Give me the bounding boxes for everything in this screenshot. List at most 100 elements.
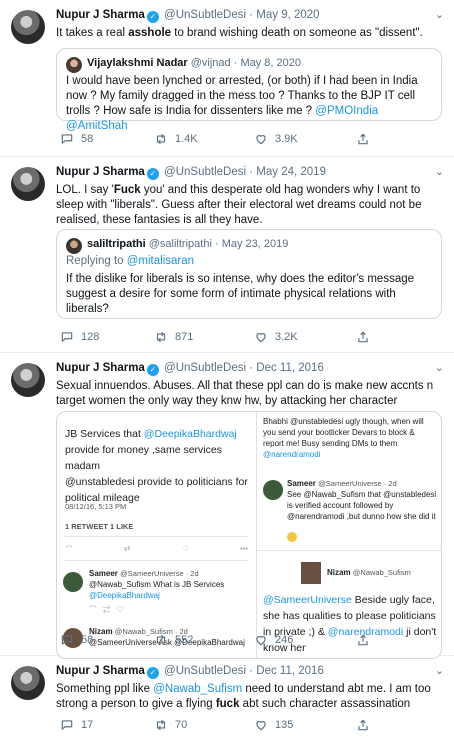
mention-link[interactable]: @PMOIndia: [315, 105, 378, 117]
heart-icon: [256, 721, 266, 731]
heart-icon: [256, 333, 266, 343]
screenshot-left: JB Services that @DeepikaBhardwaj provid…: [57, 412, 257, 658]
quote-author-handle: @saliltripathi: [148, 238, 212, 250]
tweet-1[interactable]: Nupur J Sharma ✓ @UnSubtleDesi · May 9, 2…: [0, 0, 454, 157]
tweet-date[interactable]: May 9, 2020: [256, 9, 319, 21]
quote-text: I would have been lynched or arrested, (…: [66, 75, 418, 132]
tweet-3[interactable]: Nupur J Sharma ✓ @UnSubtleDesi · Dec 11, …: [0, 353, 454, 659]
share-button[interactable]: [356, 718, 370, 732]
tweet-text: Sexual innuendos. Abuses. All that these…: [56, 380, 434, 407]
tweet-header: Nupur J Sharma ✓ @UnSubtleDesi · May 9, 2…: [56, 9, 320, 23]
chevron-down-icon[interactable]: ⌄: [435, 361, 444, 374]
quoted-tweet[interactable]: saliltripathi @saliltripathi · May 23, 2…: [56, 229, 442, 319]
share-icon: [358, 133, 368, 145]
avatar: [263, 480, 283, 500]
author-handle[interactable]: @UnSubtleDesi: [164, 9, 246, 21]
like-count: 3.9K: [275, 133, 298, 145]
retweet-count: 1.4K: [175, 133, 198, 145]
avatar[interactable]: [11, 167, 45, 201]
reply-icon: [61, 635, 73, 645]
author-handle[interactable]: @UnSubtleDesi: [164, 362, 246, 374]
like-count: 3.2K: [275, 331, 298, 343]
replying-to: Replying to @mitalisaran: [66, 255, 195, 267]
reply-count: 128: [81, 331, 100, 343]
tweet-header: Nupur J Sharma ✓ @UnSubtleDesi · Dec 11, …: [56, 362, 324, 376]
retweet-button[interactable]: 1.4K: [154, 132, 198, 146]
tweet-text: It takes a real asshole to brand wishing…: [56, 27, 423, 39]
like-button[interactable]: 3.9K: [254, 132, 298, 146]
retweet-button[interactable]: 552: [154, 633, 193, 647]
quote-header: saliltripathi @saliltripathi · May 23, 2…: [87, 238, 289, 250]
share-button[interactable]: [356, 132, 370, 146]
mention-link[interactable]: @AmitShah: [66, 120, 128, 132]
mention-link[interactable]: @Nawab_Sufism: [153, 683, 242, 695]
like-button[interactable]: 135: [254, 718, 293, 732]
verified-badge-icon: ✓: [146, 11, 159, 23]
share-icon: [358, 719, 368, 731]
quoted-tweet[interactable]: Vijaylakshmi Nadar @vijnad · May 8, 2020…: [56, 48, 442, 132]
tweet-actions: 17 70 135: [56, 718, 416, 734]
author-name[interactable]: Nupur J Sharma: [56, 166, 145, 178]
quote-author-handle: @vijnad: [190, 57, 231, 69]
mention-link[interactable]: @mitalisaran: [127, 255, 194, 267]
like-button[interactable]: 3.2K: [254, 330, 298, 344]
quote-author-name: Vijaylakshmi Nadar: [87, 57, 188, 69]
heart-icon: [256, 135, 266, 145]
avatar: [66, 238, 82, 254]
reply-button[interactable]: 128: [60, 330, 99, 344]
quote-author-name: saliltripathi: [87, 238, 146, 250]
avatar[interactable]: [11, 666, 45, 700]
tweet-header: Nupur J Sharma ✓ @UnSubtleDesi · May 24, …: [56, 166, 326, 180]
reply-count: 17: [81, 719, 94, 731]
tweet-actions: 58 1.4K 3.9K: [56, 132, 416, 148]
author-name[interactable]: Nupur J Sharma: [56, 665, 145, 677]
avatar: [301, 562, 321, 584]
author-name[interactable]: Nupur J Sharma: [56, 9, 145, 21]
retweet-button[interactable]: 871: [154, 330, 193, 344]
reply-button[interactable]: 58: [60, 132, 93, 146]
tweet-4[interactable]: Nupur J Sharma ✓ @UnSubtleDesi · Dec 11, …: [0, 656, 454, 740]
reply-icon: [61, 332, 73, 342]
share-button[interactable]: [356, 330, 370, 344]
avatar[interactable]: [11, 363, 45, 397]
chevron-down-icon[interactable]: ⌄: [435, 664, 444, 677]
quote-text: If the dislike for liberals is so intens…: [66, 273, 415, 315]
avatar: [63, 572, 83, 592]
tweet-actions: 58 552 246: [56, 633, 416, 649]
tweet-date[interactable]: Dec 11, 2016: [256, 665, 324, 677]
tweet-2[interactable]: Nupur J Sharma ✓ @UnSubtleDesi · May 24, …: [0, 157, 454, 353]
like-count: 246: [275, 634, 294, 646]
retweet-icon: [156, 634, 166, 646]
screenshot-right: Bhabhi @unstabledesi ugly though, when w…: [257, 412, 441, 658]
like-button[interactable]: 246: [254, 633, 293, 647]
retweet-button[interactable]: 70: [154, 718, 187, 732]
share-button[interactable]: [356, 633, 370, 647]
retweet-icon: [156, 331, 166, 343]
emoji: [287, 532, 297, 542]
author-handle[interactable]: @UnSubtleDesi: [164, 166, 246, 178]
reply-count: 58: [81, 133, 94, 145]
author-name[interactable]: Nupur J Sharma: [56, 362, 145, 374]
heart-icon: [256, 636, 266, 646]
avatar[interactable]: [11, 10, 45, 44]
verified-badge-icon: ✓: [146, 168, 159, 180]
verified-badge-icon: ✓: [146, 364, 159, 376]
reply-button[interactable]: 58: [60, 633, 93, 647]
tweet-header: Nupur J Sharma ✓ @UnSubtleDesi · Dec 11, …: [56, 665, 324, 679]
reply-icon: [61, 134, 73, 144]
chevron-down-icon[interactable]: ⌄: [435, 165, 444, 178]
reply-button[interactable]: 17: [60, 718, 93, 732]
like-count: 135: [275, 719, 294, 731]
verified-badge-icon: ✓: [146, 667, 159, 679]
chevron-down-icon[interactable]: ⌄: [435, 8, 444, 21]
retweet-count: 871: [175, 331, 194, 343]
attached-screenshot-image[interactable]: JB Services that @DeepikaBhardwaj provid…: [56, 411, 442, 659]
tweet-date[interactable]: May 24, 2019: [256, 166, 326, 178]
retweet-icon: [156, 133, 166, 145]
tweet-date[interactable]: Dec 11, 2016: [256, 362, 324, 374]
tweet-text: Something ppl like @Nawab_Sufism need to…: [56, 683, 431, 710]
retweet-icon: [156, 719, 166, 731]
retweet-count: 552: [175, 634, 194, 646]
tweet-actions: 128 871 3.2K: [56, 330, 416, 346]
author-handle[interactable]: @UnSubtleDesi: [164, 665, 246, 677]
